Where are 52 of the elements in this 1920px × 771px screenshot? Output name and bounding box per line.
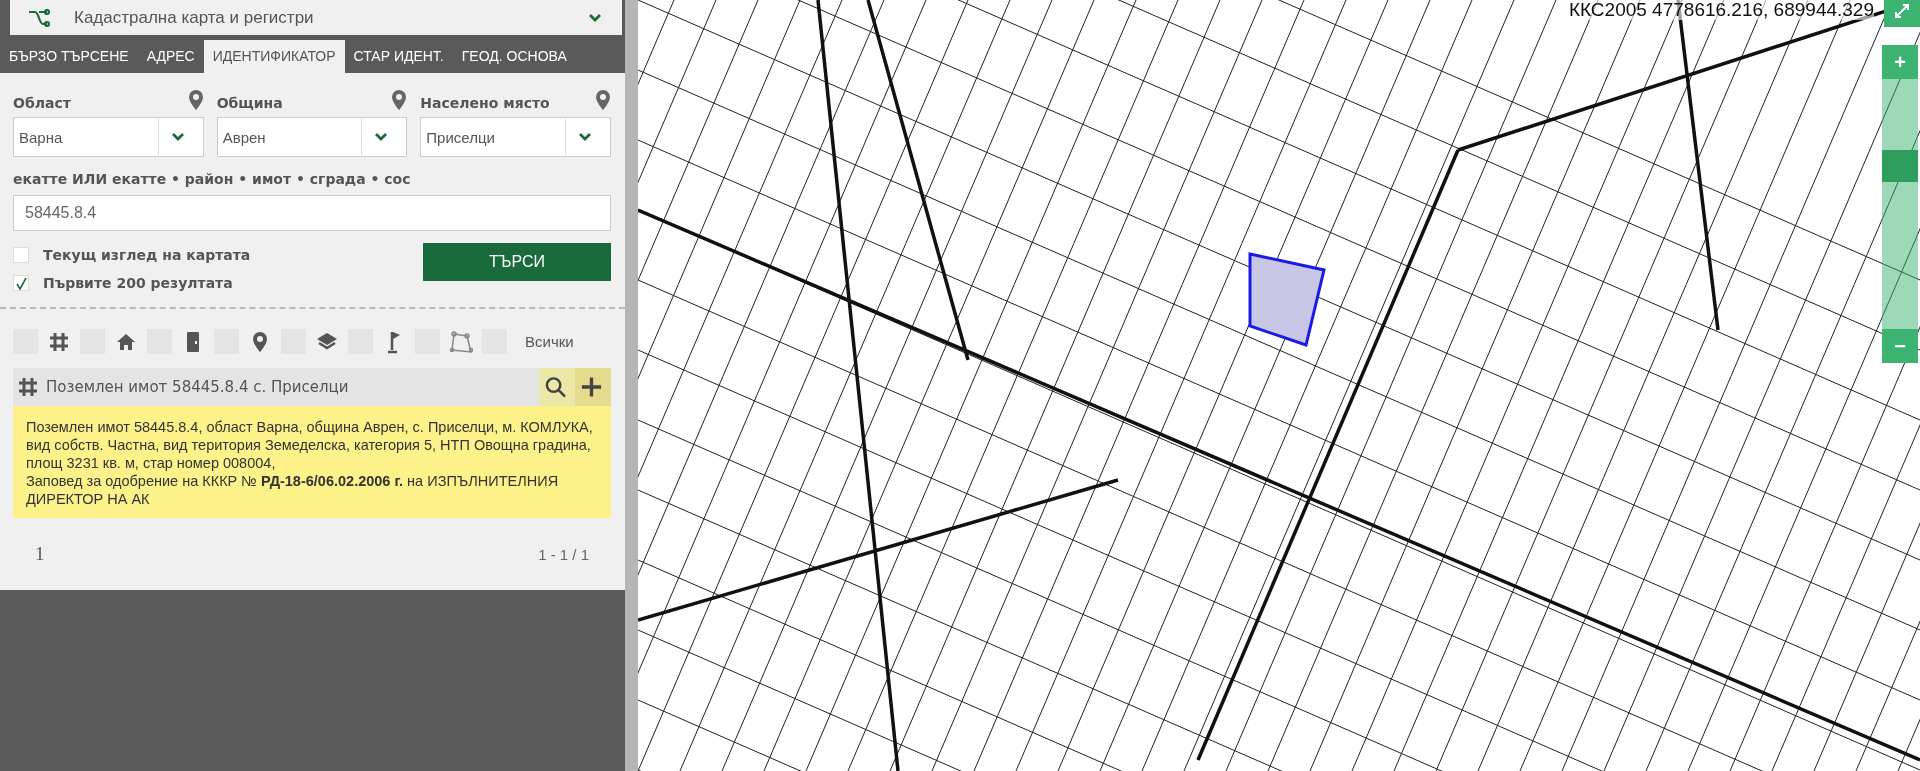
field-label: Област (13, 95, 71, 111)
checkbox[interactable] (13, 247, 29, 263)
coordinates-readout: ККС2005 4778616.216, 689944.329 (1568, 0, 1874, 20)
plus-icon (580, 375, 603, 399)
field-label: Населено място (420, 95, 550, 111)
app-header[interactable]: Кадастрална карта и регистри (10, 0, 622, 35)
grid-icon (49, 331, 69, 352)
add-button[interactable] (575, 368, 611, 406)
door-icon (186, 330, 200, 353)
search-tab[interactable]: ИДЕНТИФИКАТОР (203, 40, 345, 73)
page-link[interactable]: 1 (35, 543, 45, 565)
result-title: Поземлен имот 58445.8.4 с. Приселци (46, 378, 350, 396)
grid-icon (18, 377, 38, 397)
search-tab[interactable]: ГЕОД. ОСНОВА (452, 40, 576, 73)
search-button[interactable]: ТЪРСИ (423, 243, 611, 281)
dropdown[interactable]: Аврен (216, 117, 408, 157)
zoom-slider[interactable] (1882, 79, 1918, 329)
app-title: Кадастрална карта и регистри (74, 7, 315, 28)
field-label: екатте ИЛИ екатте • район • имот • сграда • сос (13, 171, 412, 187)
pin-icon (252, 330, 268, 353)
location-pin-icon[interactable] (595, 89, 611, 111)
dropdown[interactable]: Варна (13, 117, 204, 157)
chevron-down-icon (374, 132, 389, 142)
result-description: Поземлен имот 58445.8.4, област Варна, община Аврен, с. Приселци, м. КОМЛУКА, вид собств. Частна, вид територия Земеделска, категория 5, НТП Овощна градина, площ 3231 кв. м, стар номер 008004, Заповед за одобрение на КККР № РД-18-6/06.02.2006 г. на ИЗПЪЛНИТЕЛНИЯ ДИРЕКТОР НА АК (13, 406, 611, 518)
checkbox[interactable] (13, 275, 29, 291)
search-tab[interactable]: АДРЕС (137, 40, 204, 73)
search-icon (544, 375, 567, 399)
search-tab[interactable]: БЪРЗО ТЪРСЕНЕ (0, 40, 138, 73)
filter-label: Всички (525, 333, 574, 350)
layers-icon (316, 331, 338, 352)
zoom-to-button[interactable] (539, 368, 575, 406)
flag-icon (386, 329, 402, 354)
chevron-down-icon (170, 132, 185, 142)
polygon-icon (449, 329, 473, 354)
search-tab[interactable]: СТАР ИДЕНТ. (344, 40, 453, 73)
chevron-down-icon (578, 132, 592, 142)
cadastral-map-drawing[interactable] (638, 0, 1920, 771)
chevron-down-icon (588, 12, 602, 23)
result-header[interactable]: Поземлен имот 58445.8.4 с. Приселци (13, 368, 611, 406)
home-icon (116, 332, 136, 351)
checkbox-label: Първите 200 резултата (43, 275, 233, 291)
expand-icon (1895, 3, 1909, 18)
fullscreen-button[interactable] (1884, 0, 1920, 27)
zoom-slider-thumb[interactable] (1882, 149, 1918, 182)
result-count: 1 - 1 / 1 (538, 545, 589, 563)
route-icon (28, 8, 50, 27)
identifier-field[interactable]: 58445.8.4 (13, 195, 611, 231)
dropdown[interactable]: Приселци (420, 117, 611, 157)
location-pin-icon[interactable] (391, 89, 408, 111)
checkbox-label: Текущ изглед на картата (43, 247, 251, 263)
field-label: Община (216, 95, 283, 111)
location-pin-icon[interactable] (187, 89, 204, 111)
